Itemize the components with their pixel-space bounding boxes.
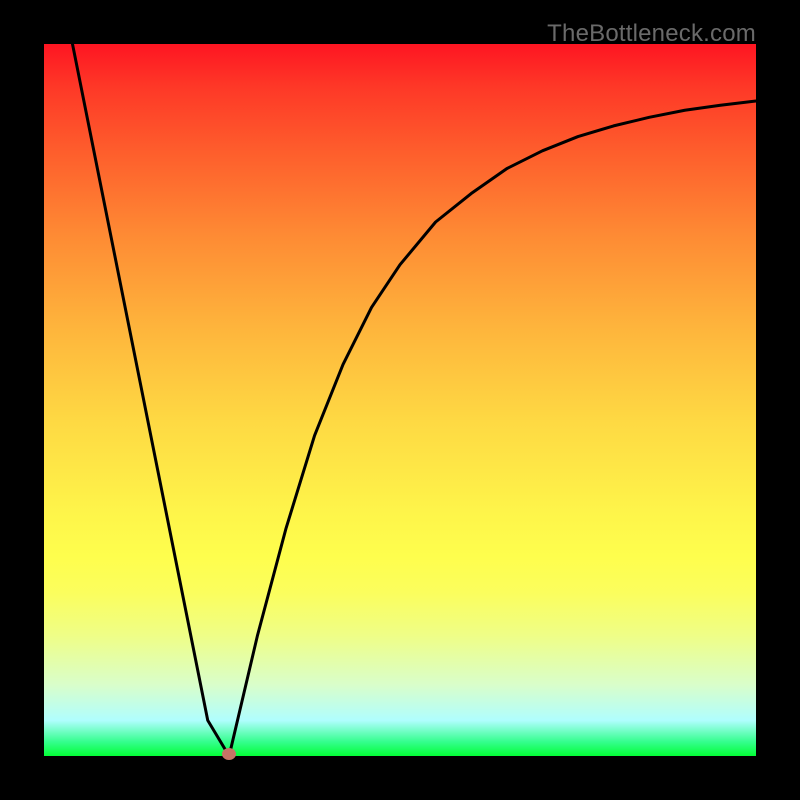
watermark-text: TheBottleneck.com: [547, 20, 756, 48]
bottleneck-curve: [44, 44, 756, 756]
minimum-marker: [222, 748, 236, 760]
plot-area: [44, 44, 756, 756]
chart-frame: TheBottleneck.com: [0, 0, 800, 800]
